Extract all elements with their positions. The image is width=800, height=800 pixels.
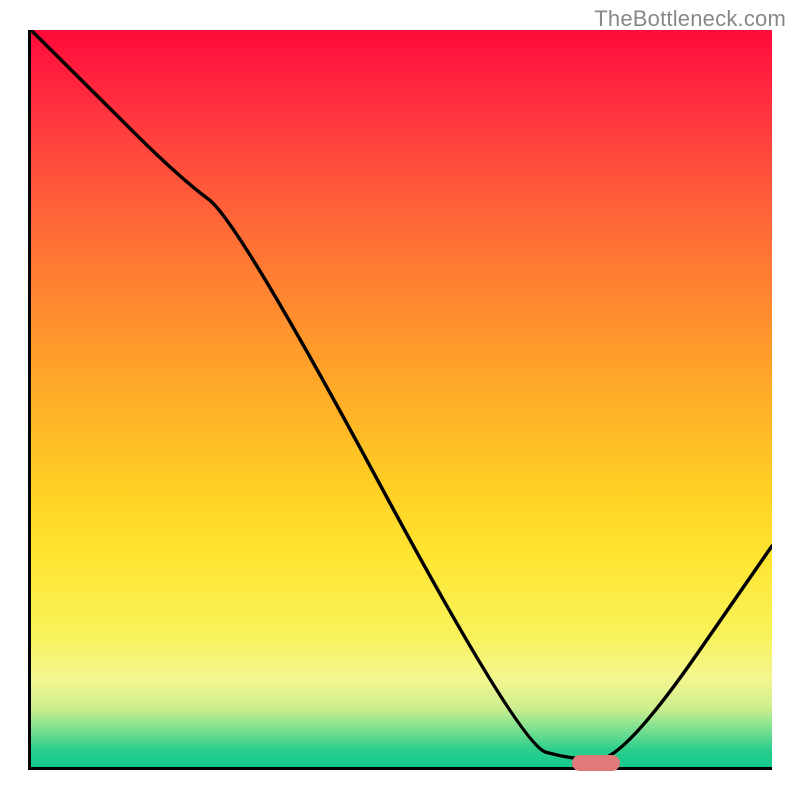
chart-container: TheBottleneck.com — [0, 0, 800, 800]
highlight-marker — [572, 755, 620, 771]
plot-area — [28, 30, 772, 770]
bottleneck-curve-path — [31, 30, 772, 760]
curve-svg — [31, 30, 772, 767]
watermark-text: TheBottleneck.com — [594, 6, 786, 32]
